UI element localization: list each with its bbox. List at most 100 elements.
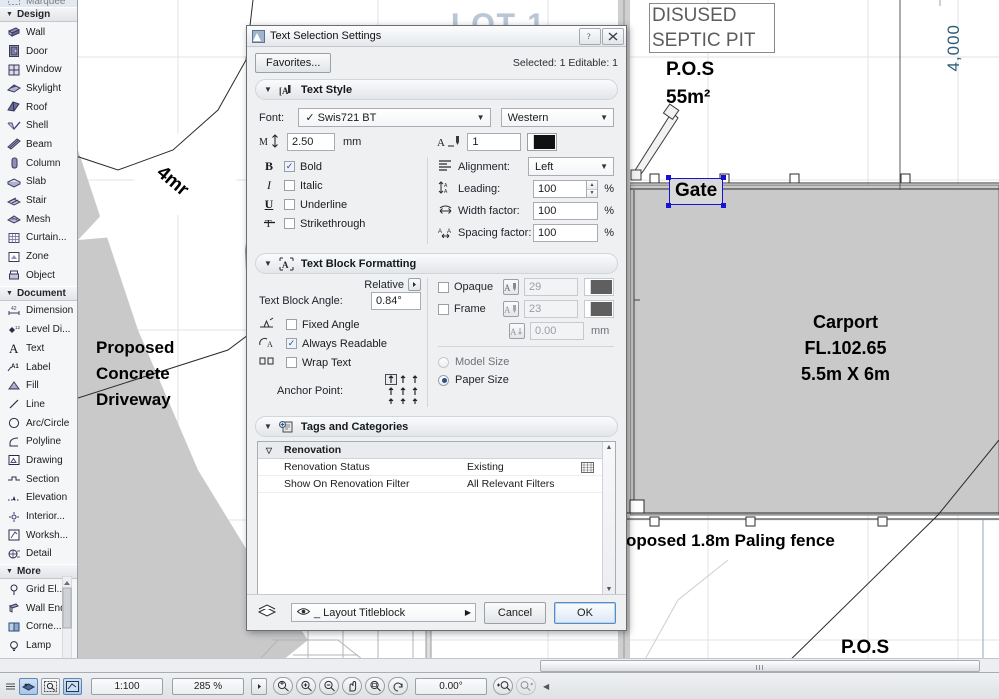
zoom-presets-button[interactable]: [251, 677, 267, 695]
selected-text-element[interactable]: Gate: [666, 175, 727, 208]
toolbox-item-level-dimension[interactable]: 12 Level Di...: [0, 320, 77, 339]
frame-pen-input[interactable]: 23: [524, 300, 578, 318]
toolbox-item-interior-elevation[interactable]: Interior...: [0, 507, 77, 526]
toolbox-item-dimension[interactable]: 42 Dimension: [0, 302, 77, 321]
layer-select[interactable]: _ Layout Titleblock ▶: [291, 603, 476, 622]
spacing-factor-input[interactable]: 100: [533, 224, 598, 242]
tag-value[interactable]: All Relevant Filters: [465, 478, 572, 490]
bold-checkbox[interactable]: ✓: [284, 161, 295, 172]
toolbox-group-design[interactable]: ▼ Design: [0, 7, 77, 22]
toolbox-item-arc-circle[interactable]: Arc/Circle: [0, 414, 77, 433]
always-readable-checkbox[interactable]: ✓: [286, 338, 297, 349]
toolbox-item-detail[interactable]: Detail: [0, 545, 77, 564]
dialog-title-bar[interactable]: Text Selection Settings ?: [247, 26, 626, 47]
toolbox-item-door[interactable]: Door: [0, 42, 77, 61]
layers-icon[interactable]: [257, 604, 277, 621]
text-block-angle-input[interactable]: 0.84°: [371, 292, 421, 310]
alignment-select[interactable]: Left ▼: [528, 157, 614, 176]
paper-size-radio-row[interactable]: Paper Size: [438, 371, 614, 389]
text-selection-settings-dialog[interactable]: Text Selection Settings ? Favorites... S…: [246, 25, 627, 631]
toolbox-item-zone[interactable]: Zone: [0, 247, 77, 266]
toolbox-item-worksheet[interactable]: Worksh...: [0, 526, 77, 545]
toolbox-item-elevation[interactable]: Elevation: [0, 489, 77, 508]
toolbox-item-fill[interactable]: Fill: [0, 376, 77, 395]
always-readable-row[interactable]: A ✓ Always Readable: [259, 334, 421, 353]
status-menu-icon[interactable]: [4, 682, 16, 691]
section-header-text-style[interactable]: ▼ [A Text Style: [255, 79, 618, 100]
status-bar[interactable]: 1:100 285 % 0.00° ◀: [0, 672, 999, 699]
pen-color-swatch[interactable]: [527, 133, 558, 151]
toolbox-item-line[interactable]: Line: [0, 395, 77, 414]
marquee-zoom-toggle[interactable]: [41, 677, 60, 695]
zoom-next-step-button[interactable]: [516, 677, 536, 695]
width-factor-input[interactable]: 100: [533, 202, 598, 220]
model-size-radio-row[interactable]: Model Size: [438, 353, 614, 371]
text-size-input[interactable]: 2.50: [287, 133, 335, 151]
anchor-point-grid[interactable]: [385, 374, 421, 407]
toolbox-item-drawing[interactable]: Drawing: [0, 451, 77, 470]
font-select[interactable]: ✓ Swis721 BT ▼: [298, 108, 491, 127]
pan-button[interactable]: [342, 677, 362, 695]
toolbox-item-window[interactable]: Window: [0, 60, 77, 79]
scroll-up-icon[interactable]: ▲: [606, 444, 613, 451]
underline-checkbox-row[interactable]: U Underline: [259, 195, 421, 214]
toolbox-item-mesh[interactable]: Mesh: [0, 210, 77, 229]
renovation-status-icon[interactable]: [572, 461, 602, 473]
pen-number-input[interactable]: 1: [467, 133, 522, 151]
chevron-down-icon[interactable]: ▽: [258, 446, 280, 455]
wrap-text-checkbox[interactable]: [286, 357, 297, 368]
toolbox-panel[interactable]: Marquee ▼ Design Wall Door Window Skylig…: [0, 0, 78, 672]
italic-checkbox-row[interactable]: I Italic: [259, 176, 421, 195]
fixed-angle-row[interactable]: Fixed Angle: [259, 315, 421, 334]
close-icon[interactable]: [602, 27, 624, 45]
section-header-tags[interactable]: ▼ Tags and Categories: [255, 416, 618, 437]
toolbox-item-column[interactable]: Column: [0, 154, 77, 173]
gate-label[interactable]: Gate: [669, 178, 724, 205]
zoom-ratio-button[interactable]: [273, 677, 293, 695]
leading-stepper[interactable]: ▲ ▼: [587, 180, 598, 198]
toolbox-item-curtain-wall[interactable]: Curtain...: [0, 229, 77, 248]
tag-value[interactable]: Existing: [465, 461, 572, 473]
toolbox-item-object[interactable]: Object: [0, 266, 77, 285]
toolbox-item-slab[interactable]: Slab: [0, 173, 77, 192]
cancel-button[interactable]: Cancel: [484, 601, 546, 624]
previous-zoom-button[interactable]: [388, 677, 408, 695]
opaque-pen-input[interactable]: 29: [524, 278, 578, 296]
tags-table[interactable]: ▽ Renovation Renovation Status Existing …: [257, 441, 616, 596]
horizontal-scrollbar[interactable]: [0, 658, 999, 672]
paper-size-radio[interactable]: [438, 374, 449, 386]
table-row[interactable]: Show On Renovation Filter All Relevant F…: [258, 476, 602, 493]
script-select[interactable]: Western ▼: [500, 108, 614, 127]
toolbox-item-section[interactable]: Section: [0, 470, 77, 489]
relative-toggle-button[interactable]: [408, 278, 421, 291]
selection-handle-bottom-left[interactable]: [666, 203, 671, 208]
toolbox-item-marquee[interactable]: Marquee: [0, 0, 77, 7]
scrollbar-thumb[interactable]: [540, 660, 980, 672]
toolbox-item-roof[interactable]: Roof: [0, 98, 77, 117]
underline-checkbox[interactable]: [284, 199, 295, 210]
section-header-text-block[interactable]: ▼ A Text Block Formatting: [255, 253, 618, 274]
selection-handle-top-right[interactable]: [721, 175, 727, 180]
stepper-up[interactable]: ▲: [587, 181, 597, 190]
zoom-out-button[interactable]: [319, 677, 339, 695]
selection-handle-top-left[interactable]: [666, 175, 671, 180]
toolbox-item-label[interactable]: A1 Label: [0, 358, 77, 377]
toolbox-item-text[interactable]: A Text: [0, 339, 77, 358]
toolbox-group-document[interactable]: ▼ Document: [0, 285, 77, 301]
strikethrough-checkbox-row[interactable]: T Strikethrough: [259, 214, 421, 233]
table-row[interactable]: Renovation Status Existing: [258, 459, 602, 476]
frame-checkbox[interactable]: [438, 303, 449, 315]
opaque-checkbox[interactable]: [438, 281, 449, 293]
scroll-down-icon[interactable]: ▼: [606, 586, 613, 593]
toolbox-item-beam[interactable]: Beam: [0, 135, 77, 154]
3d-view-toggle[interactable]: [19, 677, 38, 695]
scale-field[interactable]: 1:100: [91, 677, 163, 695]
toolbox-item-stair[interactable]: Stair: [0, 191, 77, 210]
selection-handle-bottom-right[interactable]: [721, 203, 727, 208]
zoom-prev-step-button[interactable]: [493, 677, 513, 695]
toolbox-item-skylight[interactable]: Skylight: [0, 79, 77, 98]
bold-checkbox-row[interactable]: B ✓ Bold: [259, 157, 421, 176]
fit-in-window-button[interactable]: [365, 677, 385, 695]
fixed-angle-checkbox[interactable]: [286, 319, 297, 330]
zoom-percent-field[interactable]: 285 %: [172, 677, 244, 695]
